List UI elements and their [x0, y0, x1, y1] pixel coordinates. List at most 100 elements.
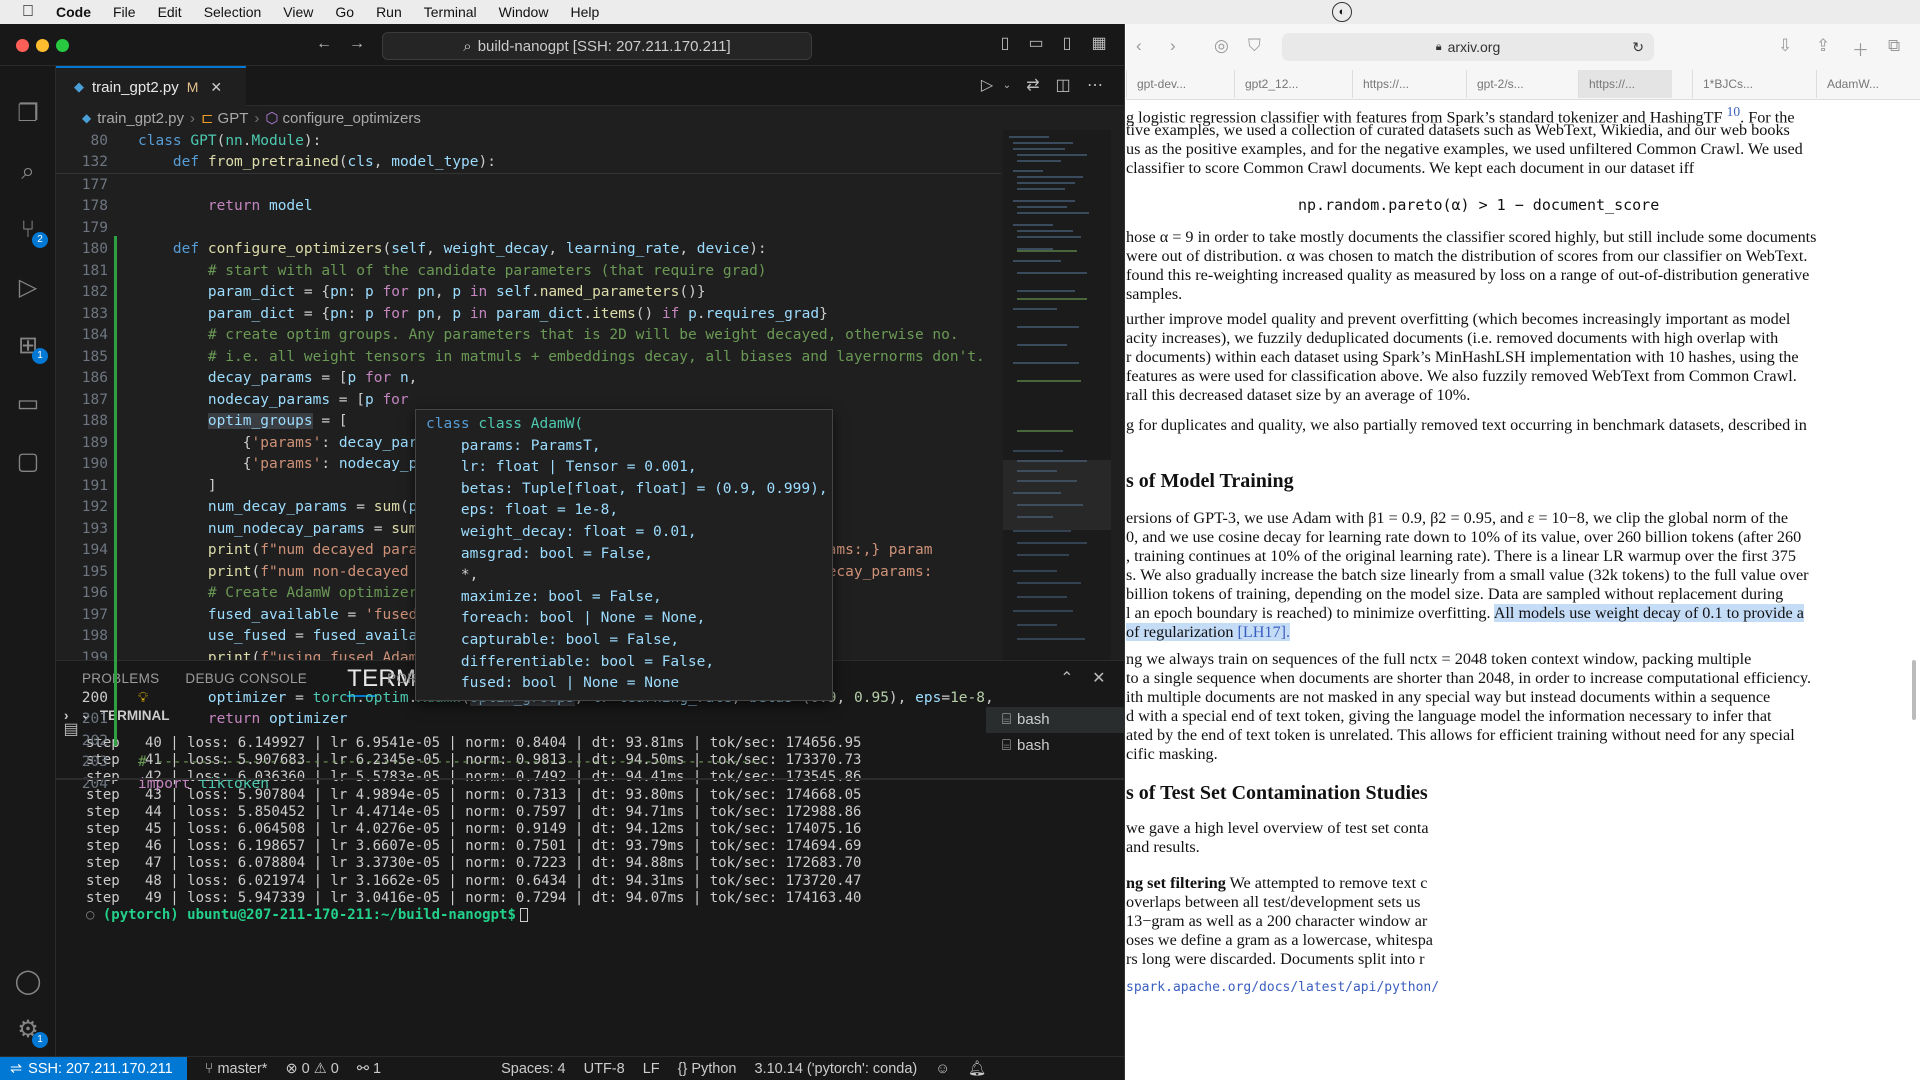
hover-line: fused: bool | None = None: [426, 675, 680, 692]
encoding-indicator[interactable]: UTF-8: [584, 1061, 625, 1077]
paper-line: s. We also gradually increase the batch …: [1126, 566, 1809, 584]
hover-line: *,: [426, 567, 479, 584]
more-actions-icon[interactable]: ⋯: [1086, 77, 1104, 95]
run-python-icon[interactable]: ▷: [978, 77, 996, 95]
terminal-prompt[interactable]: ○ (pytorch) ubuntu@207-211-170-211:~/bui…: [86, 907, 986, 924]
back-arrow-icon[interactable]: ←: [315, 35, 333, 53]
menu-window[interactable]: Window: [499, 4, 549, 20]
footnote-ref[interactable]: 10: [1727, 104, 1741, 119]
close-icon[interactable]: ✕: [210, 79, 222, 96]
customize-layout-icon[interactable]: ▦: [1090, 35, 1108, 53]
safari-tab[interactable]: gpt-dev...: [1126, 70, 1220, 98]
breadcrumb-file[interactable]: train_gpt2.py: [97, 110, 184, 127]
line-number: 200: [81, 690, 108, 706]
line-number: 202: [81, 733, 108, 749]
paper-line: tive examples, we used a collection of c…: [1126, 121, 1790, 139]
close-window-button[interactable]: [16, 39, 29, 52]
problems-indicator[interactable]: ⊗ 0 ⚠ 0: [285, 1061, 338, 1077]
chevron-right-icon: ›: [189, 109, 195, 127]
tab-overview-icon[interactable]: ⧉: [1888, 36, 1900, 56]
privacy-icon[interactable]: ◎: [1214, 36, 1229, 56]
gear-icon[interactable]: ⚙ 1: [14, 1016, 48, 1048]
source-control-icon[interactable]: ⑂ 2: [14, 216, 48, 248]
back-arrow-icon[interactable]: ‹: [1136, 36, 1142, 56]
remote-indicator[interactable]: ⇌ SSH: 207.211.170.211: [0, 1056, 187, 1080]
apple-icon[interactable]: : [18, 2, 38, 22]
menu-help[interactable]: Help: [570, 4, 599, 20]
tab-train-gpt2[interactable]: ◆ train_gpt2.py M ✕: [56, 66, 246, 106]
minimap[interactable]: [1003, 130, 1111, 660]
safari-tab[interactable]: https://...: [1578, 70, 1672, 98]
remote-explorer-icon[interactable]: ▭: [14, 390, 42, 418]
hover-line: foreach: bool | None = None,: [426, 610, 706, 627]
menu-selection[interactable]: Selection: [204, 4, 262, 20]
paper-line: were out of distribution. α was chosen t…: [1126, 247, 1808, 265]
interpreter-indicator[interactable]: 3.10.14 ('pytorch': conda): [755, 1061, 918, 1077]
compare-changes-icon[interactable]: ⇄: [1024, 77, 1042, 95]
reload-icon[interactable]: ↻: [1632, 39, 1644, 56]
close-panel-icon[interactable]: ✕: [1090, 670, 1108, 688]
scrollbar-thumb[interactable]: [1912, 660, 1916, 720]
extensions-icon[interactable]: ⊞ 1: [14, 332, 48, 364]
ports-indicator[interactable]: ⚯ 1: [357, 1061, 381, 1077]
share-icon[interactable]: ⇪: [1816, 36, 1830, 56]
menu-app-name[interactable]: Code: [56, 4, 91, 20]
status-menu-icon[interactable]: ◐: [1332, 2, 1352, 22]
explorer-icon[interactable]: ❐: [14, 100, 42, 128]
forward-arrow-icon[interactable]: ›: [1170, 36, 1176, 56]
terminal-line: step 45 | loss: 6.064508 | lr 4.0276e-05…: [86, 820, 862, 837]
code-editor-bottom[interactable]: 200 💡︎ optimizer = torch.optim.AdamW(opt…: [56, 690, 1001, 820]
paper-content[interactable]: g logistic regression classifier with fe…: [1126, 100, 1920, 1080]
forward-arrow-icon[interactable]: →: [348, 35, 366, 53]
download-icon[interactable]: ⇩: [1778, 36, 1792, 56]
shield-icon[interactable]: ⛉: [1248, 36, 1261, 56]
safari-tab[interactable]: gpt2_12...: [1234, 70, 1328, 98]
minimize-window-button[interactable]: [36, 39, 49, 52]
terminal-icon: ⌸: [1002, 711, 1012, 728]
safari-tab[interactable]: 1*BJCs...: [1692, 70, 1786, 98]
toggle-secondary-sidebar-icon[interactable]: ▯: [1058, 35, 1076, 53]
menu-file[interactable]: File: [113, 4, 136, 20]
menu-run[interactable]: Run: [376, 4, 402, 20]
run-debug-icon[interactable]: ▷: [14, 274, 42, 302]
language-indicator[interactable]: {} Python: [678, 1061, 737, 1077]
zoom-window-button[interactable]: [56, 39, 69, 52]
remote-label: SSH: 207.211.170.211: [28, 1060, 173, 1077]
maximize-panel-icon[interactable]: ⌃: [1058, 670, 1076, 688]
branch-indicator[interactable]: ⑂ master*: [205, 1061, 268, 1077]
paper-line: ng set filtering We attempted to remove …: [1126, 874, 1428, 892]
copilot-icon[interactable]: ☺: [935, 1061, 950, 1077]
menu-view[interactable]: View: [283, 4, 313, 20]
toggle-panel-icon[interactable]: ▭: [1027, 35, 1045, 53]
extensions-badge: 1: [32, 348, 48, 364]
search-icon[interactable]: ⌕: [14, 158, 42, 186]
python-file-icon: ◆: [74, 79, 84, 94]
status-link[interactable]: spark.apache.org/docs/latest/api/python/: [1126, 978, 1439, 997]
new-tab-icon[interactable]: ＋: [1852, 36, 1869, 61]
chevron-down-icon[interactable]: ⌄: [998, 77, 1016, 95]
comments-icon[interactable]: ▢: [14, 448, 42, 476]
menu-edit[interactable]: Edit: [158, 4, 182, 20]
citation-link[interactable]: [LH17].: [1237, 623, 1291, 641]
terminal-instance[interactable]: ⌸ bash: [986, 707, 1124, 733]
status-bar: ⇌ SSH: 207.211.170.211 ⑂ master* ⊗ 0 ⚠ 0 …: [0, 1056, 1124, 1080]
eol-indicator[interactable]: LF: [643, 1061, 660, 1077]
breadcrumb-class[interactable]: GPT: [218, 110, 249, 127]
safari-tab[interactable]: gpt-2/s...: [1466, 70, 1560, 98]
bell-icon[interactable]: 🔔︎: [968, 1060, 986, 1077]
safari-tab[interactable]: AdamW...: [1816, 70, 1910, 98]
address-bar[interactable]: 🔒︎ arxiv.org ↻: [1282, 33, 1654, 61]
spaces-indicator[interactable]: Spaces: 4: [501, 1061, 566, 1077]
paper-line: found this re-weighting increased qualit…: [1126, 266, 1810, 284]
terminal-instance-label: bash: [1017, 711, 1050, 728]
breadcrumb-method[interactable]: configure_optimizers: [283, 110, 421, 127]
menu-terminal[interactable]: Terminal: [424, 4, 477, 20]
toggle-sidebar-icon[interactable]: ▯: [996, 35, 1014, 53]
split-editor-icon[interactable]: ◫: [1054, 77, 1072, 95]
menu-go[interactable]: Go: [335, 4, 354, 20]
accounts-icon[interactable]: ◯: [14, 968, 42, 996]
safari-tab[interactable]: https://...: [1352, 70, 1446, 98]
terminal-instance[interactable]: ⌸ bash: [986, 733, 1124, 759]
line-number: 132: [81, 154, 108, 170]
command-center[interactable]: ⌕ build-nanogpt [SSH: 207.211.170.211]: [382, 32, 812, 60]
